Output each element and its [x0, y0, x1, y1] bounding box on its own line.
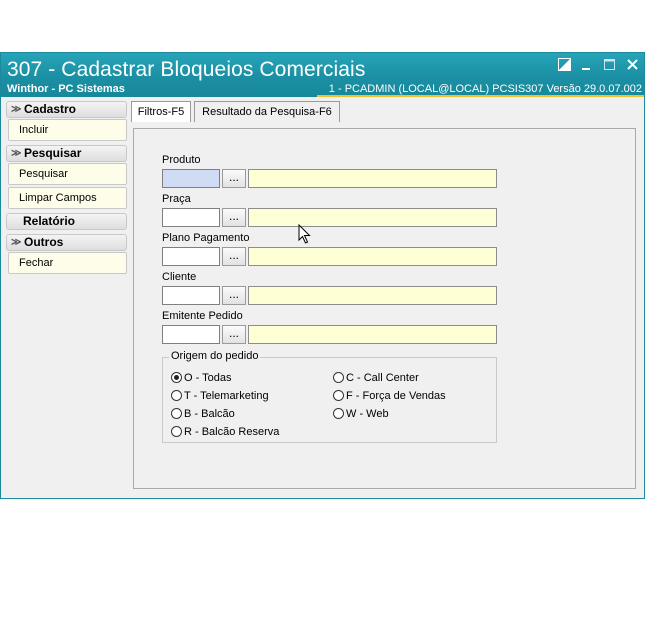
sidebar-header-label: Relatório: [23, 214, 76, 228]
radio-origem-balcao-reserva[interactable]: R - Balcão Reserva: [171, 426, 279, 438]
sidebar-item-limpar-campos[interactable]: Limpar Campos: [8, 187, 127, 209]
sidebar-group-pesquisar: ≫ Pesquisar Pesquisar Limpar Campos: [6, 145, 127, 209]
radio-empty-icon: [171, 408, 182, 419]
radio-origem-web[interactable]: W - Web: [333, 408, 389, 420]
window-title: 307 - Cadastrar Bloqueios Comerciais: [7, 58, 366, 81]
radio-empty-icon: [171, 390, 182, 401]
radio-label: O - Todas: [184, 372, 232, 384]
collapse-chevron-icon: ≫: [11, 104, 22, 115]
radio-origem-forca-vendas[interactable]: F - Força de Vendas: [333, 390, 446, 402]
filters-panel: Produto ... Praça ... Plano Pagamento ..…: [133, 128, 636, 489]
tab-resultado-pesquisa[interactable]: Resultado da Pesquisa-F6: [194, 101, 340, 122]
radio-empty-icon: [333, 408, 344, 419]
mouse-pointer-icon: [298, 223, 311, 248]
radio-empty-icon: [171, 426, 182, 437]
produto-code-input[interactable]: [162, 169, 220, 188]
cliente-code-input[interactable]: [162, 286, 220, 305]
cliente-lookup-button[interactable]: ...: [222, 286, 246, 305]
collapse-chevron-icon: ≫: [11, 148, 22, 159]
produto-description-field[interactable]: [248, 169, 497, 188]
praca-code-input[interactable]: [162, 208, 220, 227]
radio-label: F - Força de Vendas: [346, 390, 446, 402]
radio-label: T - Telemarketing: [184, 390, 269, 402]
radio-origem-call-center[interactable]: C - Call Center: [333, 372, 419, 384]
emitente-pedido-lookup-button[interactable]: ...: [222, 325, 246, 344]
radio-empty-icon: [333, 372, 344, 383]
radio-selected-icon: [171, 372, 182, 383]
maximize-icon[interactable]: [601, 58, 617, 74]
status-underline: [317, 95, 644, 97]
sidebar: ≫ Cadastro Incluir ≫ Pesquisar Pesquisar…: [6, 101, 127, 278]
collapse-chevron-icon: ≫: [11, 237, 22, 248]
radio-label: C - Call Center: [346, 372, 419, 384]
sidebar-item-incluir[interactable]: Incluir: [8, 119, 127, 141]
produto-lookup-button[interactable]: ...: [222, 169, 246, 188]
radio-empty-icon: [333, 390, 344, 401]
sidebar-group-relatorio: Relatório: [6, 213, 127, 230]
sidebar-header-pesquisar[interactable]: ≫ Pesquisar: [6, 145, 127, 162]
produto-label: Produto: [162, 154, 201, 166]
sidebar-header-label: Pesquisar: [24, 146, 82, 160]
origem-pedido-label: Origem do pedido: [169, 350, 261, 362]
sidebar-header-label: Outros: [24, 235, 64, 249]
praca-label: Praça: [162, 193, 191, 205]
praca-description-field[interactable]: [248, 208, 497, 227]
radio-origem-balcao[interactable]: B - Balcão: [171, 408, 235, 420]
sidebar-group-cadastro: ≫ Cadastro Incluir: [6, 101, 127, 141]
radio-origem-telemarketing[interactable]: T - Telemarketing: [171, 390, 269, 402]
title-bar[interactable]: 307 - Cadastrar Bloqueios Comerciais Win…: [1, 53, 644, 97]
session-status: 1 - PCADMIN (LOCAL@LOCAL) PCSIS307 Versã…: [328, 83, 642, 95]
radio-label: B - Balcão: [184, 408, 235, 420]
sidebar-header-outros[interactable]: ≫ Outros: [6, 234, 127, 251]
sidebar-header-cadastro[interactable]: ≫ Cadastro: [6, 101, 127, 118]
emitente-pedido-description-field[interactable]: [248, 325, 497, 344]
radio-label: R - Balcão Reserva: [184, 426, 280, 438]
emitente-pedido-label: Emitente Pedido: [162, 310, 243, 322]
tab-filtros[interactable]: Filtros-F5: [131, 101, 191, 122]
sidebar-header-relatorio[interactable]: Relatório: [6, 213, 127, 230]
plano-pagamento-code-input[interactable]: [162, 247, 220, 266]
cliente-description-field[interactable]: [248, 286, 497, 305]
praca-lookup-button[interactable]: ...: [222, 208, 246, 227]
close-icon[interactable]: [624, 58, 640, 74]
sidebar-item-fechar[interactable]: Fechar: [8, 252, 127, 274]
sidebar-group-outros: ≫ Outros Fechar: [6, 234, 127, 274]
main-window: 307 - Cadastrar Bloqueios Comerciais Win…: [0, 52, 645, 499]
emitente-pedido-code-input[interactable]: [162, 325, 220, 344]
origem-pedido-group: Origem do pedido O - Todas T - Telemarke…: [162, 350, 497, 443]
plano-pagamento-lookup-button[interactable]: ...: [222, 247, 246, 266]
minimize-icon[interactable]: [578, 58, 594, 74]
restore-icon[interactable]: [556, 58, 572, 74]
window-subtitle: Winthor - PC Sistemas: [7, 83, 125, 95]
radio-label: W - Web: [346, 408, 389, 420]
plano-pagamento-description-field[interactable]: [248, 247, 497, 266]
radio-origem-todas[interactable]: O - Todas: [171, 372, 232, 384]
cliente-label: Cliente: [162, 271, 197, 283]
sidebar-item-pesquisar[interactable]: Pesquisar: [8, 163, 127, 185]
sidebar-header-label: Cadastro: [24, 102, 77, 116]
plano-pagamento-label: Plano Pagamento: [162, 232, 250, 244]
